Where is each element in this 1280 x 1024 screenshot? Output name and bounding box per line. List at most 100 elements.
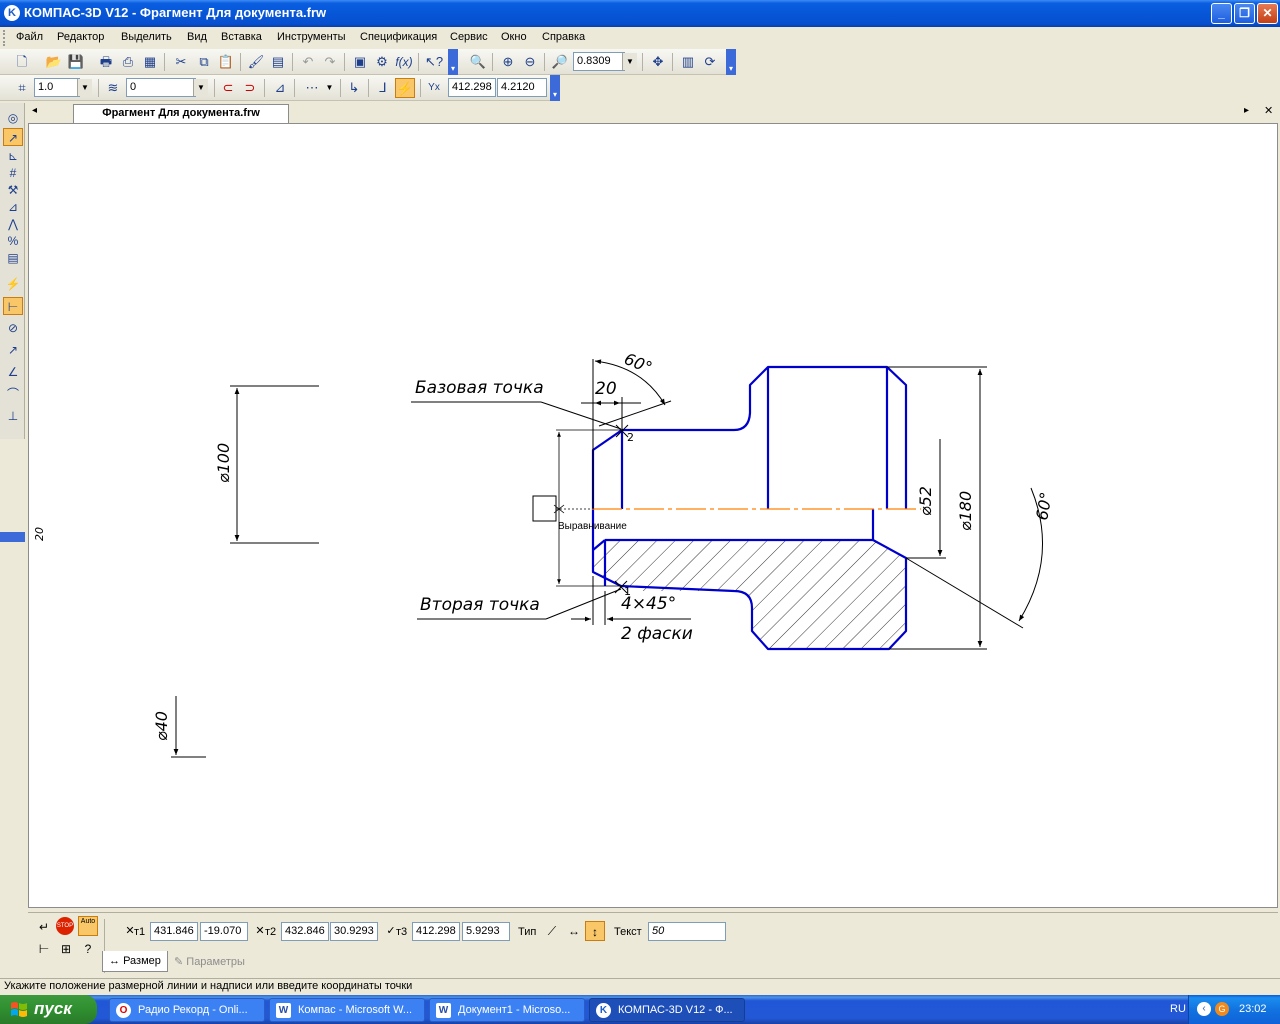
dimension-text-field[interactable]: 50 xyxy=(648,922,726,941)
language-indicator[interactable]: RU xyxy=(1170,1003,1186,1015)
t2-y-field[interactable]: 30.9293 xyxy=(330,922,378,941)
help-pointer-icon[interactable]: ↖? xyxy=(424,52,444,72)
grid-dropdown-arrow[interactable]: ▼ xyxy=(322,79,337,96)
task-kompas-word[interactable]: W Компас - Microsoft W... xyxy=(269,998,425,1022)
zoom-scale-icon[interactable]: 🔎 xyxy=(550,52,570,72)
t3-x-field[interactable]: 412.298 xyxy=(412,922,460,941)
coord-y-field[interactable]: 4.2120 xyxy=(497,78,547,97)
calculator-icon[interactable]: ▣ xyxy=(350,52,370,72)
regenerate-icon[interactable]: ⟳ xyxy=(700,52,720,72)
redo-icon[interactable]: ↷ xyxy=(320,52,340,72)
tray-app-icon[interactable]: G xyxy=(1215,1002,1229,1016)
tab-size[interactable]: ↔ Размер xyxy=(102,951,168,972)
undo-icon[interactable]: ↶ xyxy=(298,52,318,72)
tab-parameters[interactable]: ✎ Параметры xyxy=(168,951,251,972)
local-snap-icon[interactable]: ⊃ xyxy=(240,78,260,98)
format-brush-icon[interactable]: 🖌 xyxy=(246,52,266,72)
task-radio[interactable]: O Радио Рекорд - Onli... xyxy=(109,998,265,1022)
menu-specification[interactable]: Спецификация xyxy=(360,31,437,43)
library-icon[interactable]: ⚙ xyxy=(372,52,392,72)
dimension-d40[interactable]: ⌀40 xyxy=(152,696,206,758)
toolbar-end[interactable]: ▾ xyxy=(726,49,736,75)
editing-panel-icon[interactable]: # xyxy=(3,164,23,182)
radial-dimension-icon[interactable]: ↗ xyxy=(3,341,23,359)
t3-y-field[interactable]: 5.9293 xyxy=(462,922,510,941)
menu-window[interactable]: Окно xyxy=(501,31,527,43)
menu-edit[interactable]: Редактор xyxy=(57,31,104,43)
snap-magnet-icon[interactable]: ⊂ xyxy=(218,78,238,98)
new-document-icon[interactable]: 🗋 xyxy=(12,52,32,72)
measurements-panel-icon[interactable]: ⊿ xyxy=(3,198,23,216)
print-preview-icon[interactable]: ⎙ xyxy=(118,52,138,72)
selection-panel-icon[interactable]: ⋀ xyxy=(3,215,23,233)
coord-x-field[interactable]: 412.298 xyxy=(448,78,496,97)
t1-y-field[interactable]: -19.070 xyxy=(200,922,248,941)
dimensions-panel-icon[interactable]: ↗ xyxy=(3,128,23,146)
layer-input[interactable]: 0 xyxy=(126,78,196,97)
grid-icon[interactable]: ⋯ xyxy=(302,78,322,98)
dimension-d52[interactable]: ⌀52 xyxy=(906,439,946,559)
menu-file[interactable]: Файл xyxy=(16,31,43,43)
menu-insert[interactable]: Вставка xyxy=(221,31,262,43)
zoom-dropdown-arrow[interactable]: ▼ xyxy=(622,53,637,70)
ortho-icon[interactable]: ⊿ xyxy=(270,78,290,98)
parametric-mode-icon[interactable]: ⚡ xyxy=(395,78,415,98)
toolbar-end[interactable] xyxy=(0,532,25,542)
open-folder-icon[interactable]: 📂 xyxy=(44,52,64,72)
parametrization-panel-icon[interactable]: ⚒ xyxy=(3,181,23,199)
tab-document[interactable]: Фрагмент Для документа.frw xyxy=(73,104,289,123)
properties-icon[interactable]: ▤ xyxy=(268,52,288,72)
menu-view[interactable]: Вид xyxy=(187,31,207,43)
menu-tools[interactable]: Инструменты xyxy=(277,31,346,43)
save-icon[interactable]: 💾 xyxy=(66,52,86,72)
angular-dimension-icon[interactable]: ∠ xyxy=(3,363,23,381)
type-horizontal-icon[interactable]: ↔ xyxy=(564,921,584,941)
geometry-panel-icon[interactable]: ◎ xyxy=(3,109,23,127)
maximize-button[interactable]: ❐ xyxy=(1234,3,1255,24)
auto-dimension-icon[interactable]: ⚡ xyxy=(3,275,23,293)
toolbar-end[interactable]: ▾ xyxy=(550,75,560,101)
linear-dimension-icon[interactable]: ⊢ xyxy=(3,297,23,315)
dimension-d100[interactable]: ⌀100 xyxy=(214,385,319,544)
height-dimension-icon[interactable]: ⊥ xyxy=(3,407,23,425)
type-vertical-icon[interactable]: ↕ xyxy=(585,921,605,941)
toolbar-end[interactable]: ▾ xyxy=(448,49,458,75)
close-button[interactable]: ✕ xyxy=(1257,3,1278,24)
cut-icon[interactable]: ✂ xyxy=(171,52,191,72)
zoom-in-icon[interactable]: ⊕ xyxy=(498,52,518,72)
menu-service[interactable]: Сервис xyxy=(450,31,488,43)
step-input[interactable]: 1.0 xyxy=(34,78,80,97)
diameter-dimension-icon[interactable]: ⊘ xyxy=(3,319,23,337)
help-icon[interactable]: ? xyxy=(78,939,98,959)
layer-dropdown-arrow[interactable]: ▼ xyxy=(193,79,208,96)
snap-point-icon[interactable]: ⊞ xyxy=(56,939,76,959)
task-document1[interactable]: W Документ1 - Microso... xyxy=(429,998,585,1022)
leader-second-point[interactable]: Вторая точка 1 xyxy=(417,580,631,620)
layers-icon[interactable]: ≋ xyxy=(103,78,123,98)
manager-icon[interactable]: ▦ xyxy=(140,52,160,72)
variables-icon[interactable]: f(x) xyxy=(394,52,414,72)
print-icon[interactable]: 🖶 xyxy=(96,52,116,72)
menu-select[interactable]: Выделить xyxy=(121,31,172,43)
designations-panel-icon[interactable]: ⊾ xyxy=(3,147,23,165)
drawing-canvas[interactable]: ⌀100 20 ⌀40 ⌀52 ⌀180 60° 20 60° Базовая … xyxy=(28,123,1278,908)
task-kompas[interactable]: K КОМПАС-3D V12 - Ф... xyxy=(589,998,745,1022)
tab-scroll-right-icon[interactable]: ▸ xyxy=(1244,105,1249,116)
auto-create-icon[interactable]: Auto xyxy=(78,916,98,936)
associative-views-icon[interactable]: % xyxy=(3,232,23,250)
spec-panel-icon[interactable]: ▤ xyxy=(3,249,23,267)
zoom-out-icon[interactable]: ⊖ xyxy=(520,52,540,72)
t1-x-field[interactable]: 431.846 xyxy=(150,922,198,941)
stop-icon[interactable]: STOP xyxy=(56,917,74,935)
step-cursor-icon[interactable]: ⌗ xyxy=(12,78,32,98)
local-cs-icon[interactable]: ↳ xyxy=(344,78,364,98)
t2-x-field[interactable]: 432.846 xyxy=(281,922,329,941)
menu-help[interactable]: Справка xyxy=(542,31,585,43)
pan-icon[interactable]: ✥ xyxy=(648,52,668,72)
tab-scroll-left-icon[interactable]: ◂ xyxy=(32,105,37,116)
arc-dimension-icon[interactable]: ⌒ xyxy=(3,385,23,403)
paste-icon[interactable]: 📋 xyxy=(216,52,236,72)
step-dropdown-arrow[interactable]: ▼ xyxy=(77,79,92,96)
tray-expand-icon[interactable]: ‹ xyxy=(1197,1002,1211,1016)
copy-icon[interactable]: ⧉ xyxy=(194,52,214,72)
